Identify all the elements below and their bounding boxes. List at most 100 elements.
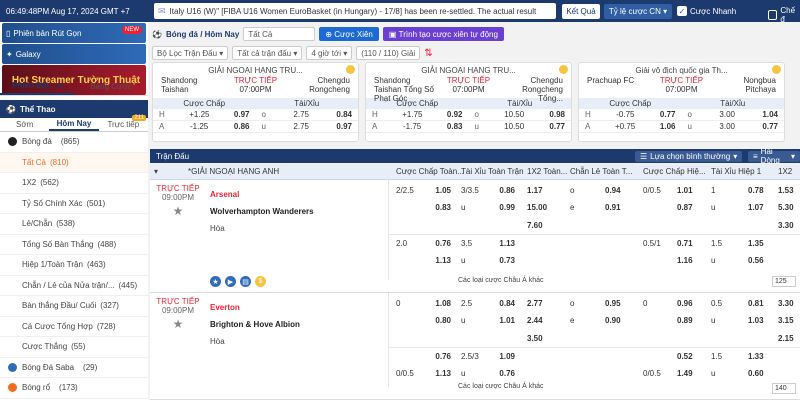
odds-cell[interactable]: 1.01 — [677, 186, 693, 195]
odds-cell[interactable]: 1.35 — [748, 239, 764, 248]
star-icon[interactable]: ★ — [210, 276, 221, 287]
odds-cell[interactable]: 0.86 — [493, 186, 515, 195]
more-bets-link[interactable]: Các loại cược Châu Á khác — [458, 277, 544, 284]
odds-cell[interactable]: 5.30 — [778, 203, 794, 212]
coin-icon[interactable]: $ — [255, 276, 266, 287]
odds-cell[interactable]: 1.53 — [778, 186, 794, 195]
sidebar-item[interactable]: Bóng đá (865) — [0, 132, 148, 153]
odds-cell[interactable]: H +1.25 0.97 — [153, 110, 256, 119]
odds-cell[interactable]: 1.33 — [748, 352, 764, 361]
home-team[interactable]: Everton — [210, 303, 240, 312]
odds-cell[interactable]: 0.90 — [605, 316, 621, 325]
odds-cell[interactable]: 1.07 — [748, 203, 764, 212]
star-icon[interactable]: ★ — [150, 204, 206, 218]
odds-cell[interactable]: 1.08 — [429, 299, 451, 308]
odds-cell[interactable]: u 10.50 0.77 — [469, 122, 572, 131]
odds-cell[interactable]: u 2.75 0.97 — [256, 122, 359, 131]
sort-icon[interactable]: ⇅ — [424, 48, 432, 59]
news-ticker[interactable]: ✉ Italy U16 (W)" [FIBA U16 Women EuroBas… — [154, 3, 556, 19]
banner-galaxy[interactable]: ✦ Galaxy — [2, 44, 146, 64]
all-matches-select[interactable]: Tất cả trận đấu ▾ — [232, 46, 303, 60]
odds-cell[interactable]: 0.91 — [605, 203, 621, 212]
odds-type-select[interactable]: Tỷ lệ cược CN ▾ — [604, 4, 672, 19]
odds-cell[interactable]: A +0.75 1.06 — [579, 122, 682, 131]
match-filter-select[interactable]: Bộ Lọc Trận Đấu ▾ — [152, 46, 229, 60]
quick-bet-toggle[interactable]: ✓ Cược Nhanh — [677, 6, 736, 16]
sidebar-item[interactable]: Bóng Đá Saba (29) — [0, 358, 148, 378]
coin-icon[interactable] — [559, 65, 568, 74]
odds-cell[interactable]: 0.81 — [748, 299, 764, 308]
odds-cell[interactable]: 15.00 — [527, 203, 547, 212]
odds-cell[interactable]: 1.01 — [493, 316, 515, 325]
odds-cell[interactable]: 1.13 — [429, 369, 451, 378]
coin-icon[interactable] — [772, 65, 781, 74]
banner-lite[interactable]: ▯ Phiên bản Rút Gọn NEW — [2, 23, 146, 43]
featured-match-card[interactable]: GIẢI NGOẠI HẠNG TRU... Shandong Taishan T… — [365, 62, 572, 142]
odds-cell[interactable]: o 10.50 0.98 — [469, 110, 572, 119]
sidebar-item[interactable]: 1X2 (562) — [0, 173, 148, 194]
sort-select[interactable]: ☰ Lựa chọn bình thường ▾ — [635, 150, 743, 162]
market-select[interactable]: Tất Cả — [243, 27, 316, 41]
more-bets-link[interactable]: Các loại cược Châu Á khác — [458, 383, 544, 390]
odds-cell[interactable]: 0.83 — [429, 203, 451, 212]
tab-bet-list[interactable]: Bảng Cược — [74, 78, 148, 95]
coin-icon[interactable] — [346, 65, 355, 74]
more-markets-pill[interactable]: 125 — [772, 276, 796, 287]
odds-cell[interactable]: 0.84 — [493, 299, 515, 308]
tab-live[interactable]: Trực tiếp 211 — [99, 115, 148, 131]
odds-cell[interactable]: 0.89 — [677, 316, 693, 325]
odds-cell[interactable]: 1.17 — [527, 186, 543, 195]
odds-cell[interactable]: H +1.75 0.92 — [366, 110, 469, 119]
sidebar-item[interactable]: Tất Cả (810) — [0, 152, 148, 173]
odds-cell[interactable]: 3.50 — [527, 334, 543, 343]
odds-cell[interactable]: 0.99 — [493, 203, 515, 212]
odds-cell[interactable]: 0.73 — [493, 256, 515, 265]
odds-cell[interactable]: u 3.00 0.77 — [682, 122, 785, 131]
odds-cell[interactable]: 0.76 — [493, 369, 515, 378]
tab-early[interactable]: Sớm — [0, 118, 49, 131]
star-icon[interactable]: ★ — [150, 317, 206, 331]
odds-cell[interactable]: 0.94 — [605, 186, 621, 195]
odds-cell[interactable]: o 2.75 0.84 — [256, 110, 359, 119]
collapse-icon[interactable]: ▾ — [154, 167, 158, 176]
odds-cell[interactable]: 2.15 — [778, 334, 794, 343]
odds-cell[interactable]: 0.52 — [677, 352, 693, 361]
odds-cell[interactable]: H -0.75 0.77 — [579, 110, 682, 119]
odds-cell[interactable]: A -1.25 0.86 — [153, 122, 256, 131]
league-count[interactable]: (110 / 110) Giải — [356, 46, 421, 60]
sidebar-item[interactable]: Hiệp 1/Toàn Trận (463) — [0, 255, 148, 276]
featured-match-card[interactable]: Giải vô địch quốc gia Th... Prachuap FC TR… — [578, 62, 785, 142]
odds-cell[interactable]: 0.56 — [748, 256, 764, 265]
sidebar-item[interactable]: Tổng Số Bàn Thắng (488) — [0, 235, 148, 255]
odds-cell[interactable]: 3.15 — [778, 316, 794, 325]
odds-cell[interactable]: 2.77 — [527, 299, 543, 308]
odds-cell[interactable]: 1.13 — [493, 239, 515, 248]
hours-select[interactable]: 4 giờ tới ▾ — [306, 46, 353, 60]
odds-cell[interactable]: 0.95 — [605, 299, 621, 308]
odds-cell[interactable]: 1.49 — [677, 369, 693, 378]
odds-cell[interactable]: 2.44 — [527, 316, 543, 325]
featured-match-card[interactable]: GIẢI NGOẠI HẠNG TRU... Shandong Taishan TR… — [152, 62, 359, 142]
odds-cell[interactable]: 3.30 — [778, 221, 794, 230]
league-name[interactable]: *GIẢI NGOẠI HẠNG ANH — [188, 167, 279, 176]
odds-cell[interactable]: 1.16 — [677, 256, 693, 265]
away-team[interactable]: Brighton & Hove Albion — [210, 320, 300, 329]
odds-cell[interactable]: 3.30 — [778, 299, 794, 308]
away-team[interactable]: Wolverhampton Wanderers — [210, 207, 314, 216]
sports-header[interactable]: ⚽ Thể Thao — [0, 100, 148, 118]
odds-cell[interactable]: A -1.75 0.83 — [366, 122, 469, 131]
parlay-button[interactable]: ⊕ Cược Xiên — [319, 27, 379, 41]
odds-cell[interactable]: 1.05 — [429, 186, 451, 195]
view-mode-select[interactable]: ≡ Hai Dòng ▾ — [748, 147, 800, 165]
result-button[interactable]: Kết Quả — [562, 4, 600, 19]
odds-cell[interactable]: 1.03 — [748, 316, 764, 325]
sidebar-item[interactable]: Cá Cược Tổng Hợp (728) — [0, 317, 148, 337]
odds-cell[interactable]: 1.13 — [429, 256, 451, 265]
sidebar-item[interactable]: Chẵn / Lẻ của Nửa trận/... (445) — [0, 276, 148, 296]
sidebar-item[interactable]: Bóng rổ (173) — [0, 378, 148, 399]
odds-cell[interactable]: 0.80 — [429, 316, 451, 325]
video-icon[interactable]: ▶ — [225, 276, 236, 287]
stats-icon[interactable]: ▤ — [240, 276, 251, 287]
odds-cell[interactable]: 1.09 — [493, 352, 515, 361]
odds-cell[interactable]: 0.76 — [429, 239, 451, 248]
